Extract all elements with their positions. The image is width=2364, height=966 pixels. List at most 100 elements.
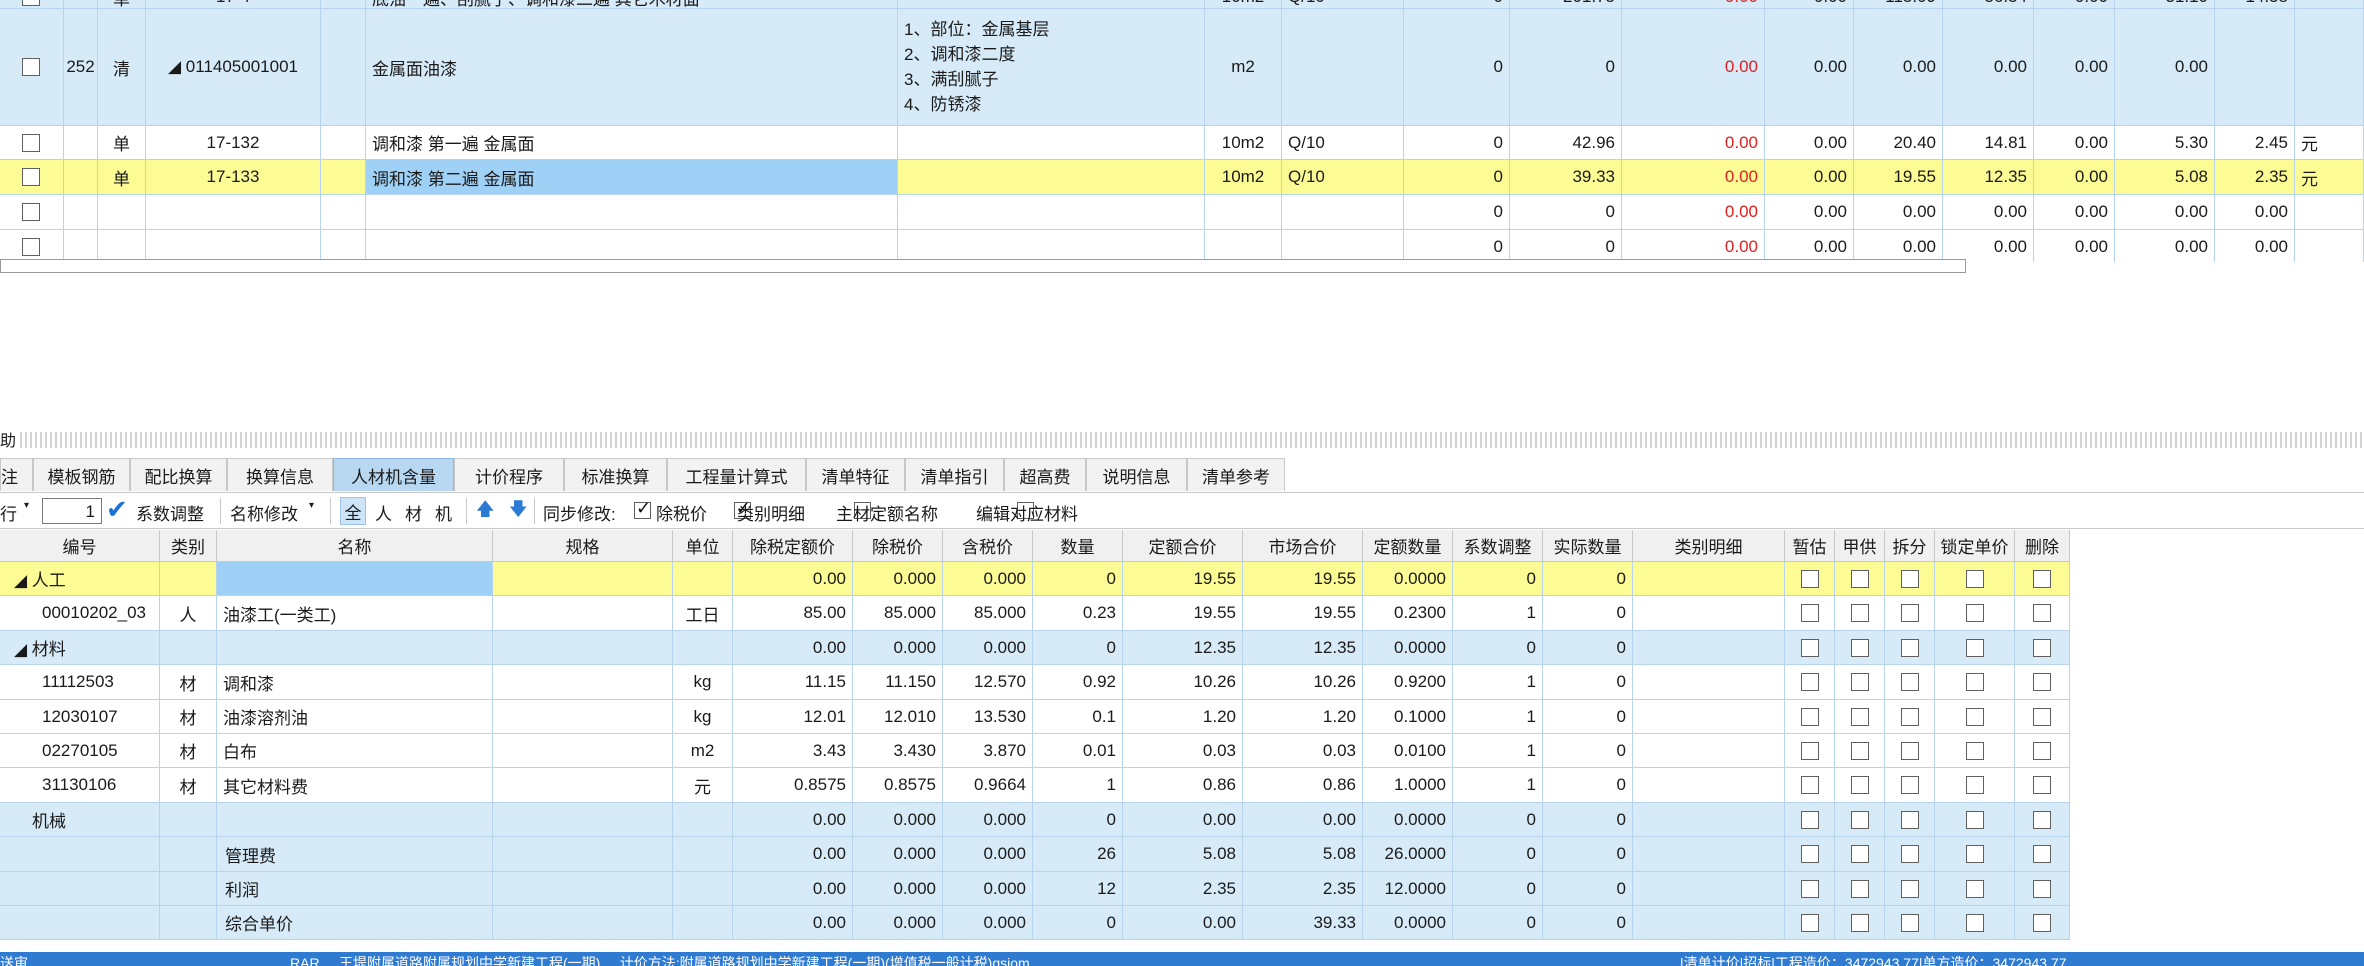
flag-checkbox-c1[interactable] (1800, 845, 1819, 863)
header-p1[interactable]: 除税定额价 (733, 530, 853, 562)
flag-checkbox-c1[interactable] (1800, 879, 1819, 898)
cell-cat[interactable]: 材 (160, 734, 217, 768)
cell-coef[interactable]: 1 (1453, 734, 1543, 768)
cell-real[interactable]: 0 (1543, 872, 1633, 906)
cell-detail[interactable] (1633, 700, 1785, 734)
cell-real[interactable]: 0 (1543, 631, 1633, 665)
cell-v6[interactable]: 14.81 (1943, 126, 2034, 160)
cell-dq[interactable]: 0.1000 (1363, 700, 1453, 734)
cell-v5[interactable]: 19.55 (1854, 160, 1943, 195)
row-checkbox[interactable] (22, 203, 40, 221)
cell-c2[interactable] (1835, 837, 1885, 872)
cell-v7[interactable]: 0.00 (2034, 230, 2115, 262)
tab-9[interactable]: 清单指引 (905, 458, 1004, 491)
header-s1[interactable]: 定额合价 (1123, 530, 1243, 562)
group-row[interactable]: 利润 0.00 0.000 0.000 12 2.35 2.35 12.0000 0 0 (0, 872, 2070, 906)
group-row[interactable]: 综合单价 0.00 0.000 0.000 0 0.00 39.33 0.0000 0 0 (0, 906, 2070, 940)
flag-checkbox-c3[interactable] (1900, 638, 1919, 657)
header-qty[interactable]: 数量 (1033, 530, 1123, 562)
cell-unit[interactable]: kg (673, 665, 733, 700)
cell-s1[interactable]: 19.55 (1123, 596, 1243, 631)
cell-extra[interactable] (2295, 230, 2364, 262)
cell-coef[interactable]: 1 (1453, 700, 1543, 734)
cell-detail[interactable] (1633, 562, 1785, 596)
cell-real[interactable]: 0 (1543, 596, 1633, 631)
cell-v7[interactable]: 0.00 (2034, 126, 2115, 160)
header-unit[interactable]: 单位 (673, 530, 733, 562)
cell-v5[interactable]: 0.00 (1854, 195, 1943, 230)
cell-cat[interactable] (160, 872, 217, 906)
cell-v4[interactable]: 0.00 (1765, 126, 1854, 160)
cell-v5[interactable]: 0.00 (1854, 9, 1943, 126)
move-up-icon[interactable]: 🡅 (476, 497, 495, 527)
cell-qty[interactable]: 1 (1033, 768, 1123, 803)
group-row[interactable]: ◢ 人工 0.00 0.000 0.000 0 19.55 19.55 0.0000 0 0 (0, 562, 2070, 596)
flag-checkbox-c2[interactable] (1850, 673, 1869, 691)
cell-c1[interactable] (1785, 872, 1835, 906)
cell-qty[interactable]: 0 (1033, 631, 1123, 665)
cell-unit[interactable] (1205, 195, 1282, 230)
cell-unit[interactable] (673, 872, 733, 906)
cell-c5[interactable] (2015, 734, 2070, 768)
cell-c3[interactable] (1885, 631, 1935, 665)
flag-checkbox-c2[interactable] (1850, 638, 1869, 657)
cell-v6[interactable]: 56.54 (1943, 0, 2034, 9)
cell-c5[interactable] (2015, 665, 2070, 700)
flag-checkbox-c1[interactable] (1800, 673, 1819, 691)
cell-v3[interactable]: 0.00 (1622, 9, 1765, 126)
flag-checkbox-c2[interactable] (1850, 845, 1869, 863)
cell-c4[interactable] (1935, 803, 2015, 837)
cell-c4[interactable] (1935, 768, 2015, 803)
cell-qty[interactable]: 0 (1033, 562, 1123, 596)
header-spec[interactable]: 规格 (493, 530, 673, 562)
cell-v7[interactable]: 0.00 (2034, 0, 2115, 9)
flag-checkbox-c1[interactable] (1800, 776, 1819, 794)
cell-c2[interactable] (1835, 631, 1885, 665)
cell-v9[interactable]: 2.45 (2215, 126, 2295, 160)
cell-coef[interactable]: 0 (1453, 872, 1543, 906)
cell-v9[interactable] (2215, 9, 2295, 126)
header-c2[interactable]: 甲供 (1835, 530, 1885, 562)
cell-blank[interactable] (321, 230, 366, 262)
tab-4[interactable]: 人材机含量 (333, 458, 454, 491)
cell-extra[interactable] (2295, 0, 2364, 9)
rename-button[interactable]: 名称修改 (230, 500, 298, 525)
cell-v8[interactable]: 5.30 (2115, 126, 2215, 160)
tab-10[interactable]: 超高费 (1004, 458, 1086, 491)
cell-dq[interactable]: 12.0000 (1363, 872, 1453, 906)
cell-s2[interactable]: 19.55 (1243, 562, 1363, 596)
cell-detail[interactable] (1633, 596, 1785, 631)
cell-v1[interactable]: 0 (1404, 9, 1510, 126)
cell-s1[interactable]: 0.03 (1123, 734, 1243, 768)
cell-p3[interactable]: 0.9664 (943, 768, 1033, 803)
header-c5[interactable]: 删除 (2015, 530, 2070, 562)
cell-p1[interactable]: 0.8575 (733, 768, 853, 803)
cell-p3[interactable]: 0.000 (943, 906, 1033, 940)
group-row[interactable]: 机械 0.00 0.000 0.000 0 0.00 0.00 0.0000 0 0 (0, 803, 2070, 837)
cell-code[interactable] (0, 837, 160, 872)
row-checkbox[interactable] (22, 238, 40, 256)
panel-splitter[interactable] (0, 432, 2364, 448)
cell-qty_expr[interactable] (1282, 195, 1404, 230)
cell-name[interactable] (217, 562, 493, 596)
cell-c2[interactable] (1835, 768, 1885, 803)
cell-qty[interactable]: 0.1 (1033, 700, 1123, 734)
flag-checkbox-c2[interactable] (1850, 879, 1869, 898)
cell-coef[interactable]: 0 (1453, 631, 1543, 665)
cell-feat[interactable] (898, 195, 1205, 230)
cell-c2[interactable] (1835, 700, 1885, 734)
cell-c4[interactable] (1935, 734, 2015, 768)
cell-p2[interactable]: 11.150 (853, 665, 943, 700)
cell-name[interactable]: 管理费 (217, 837, 493, 872)
cell-c1[interactable] (1785, 906, 1835, 940)
tab-7[interactable]: 工程量计算式 (667, 458, 806, 491)
header-real[interactable]: 实际数量 (1543, 530, 1633, 562)
cell-p1[interactable]: 0.00 (733, 906, 853, 940)
cell-dq[interactable]: 0.0000 (1363, 562, 1453, 596)
cell-p2[interactable]: 0.000 (853, 906, 943, 940)
cell-c2[interactable] (1835, 803, 1885, 837)
cell-dq[interactable]: 0.0000 (1363, 631, 1453, 665)
cell-v8[interactable]: 31.10 (2115, 0, 2215, 9)
group-row[interactable]: ◢ 材料 0.00 0.000 0.000 0 12.35 12.35 0.0000 0 0 (0, 631, 2070, 665)
cell-no[interactable] (64, 0, 98, 9)
